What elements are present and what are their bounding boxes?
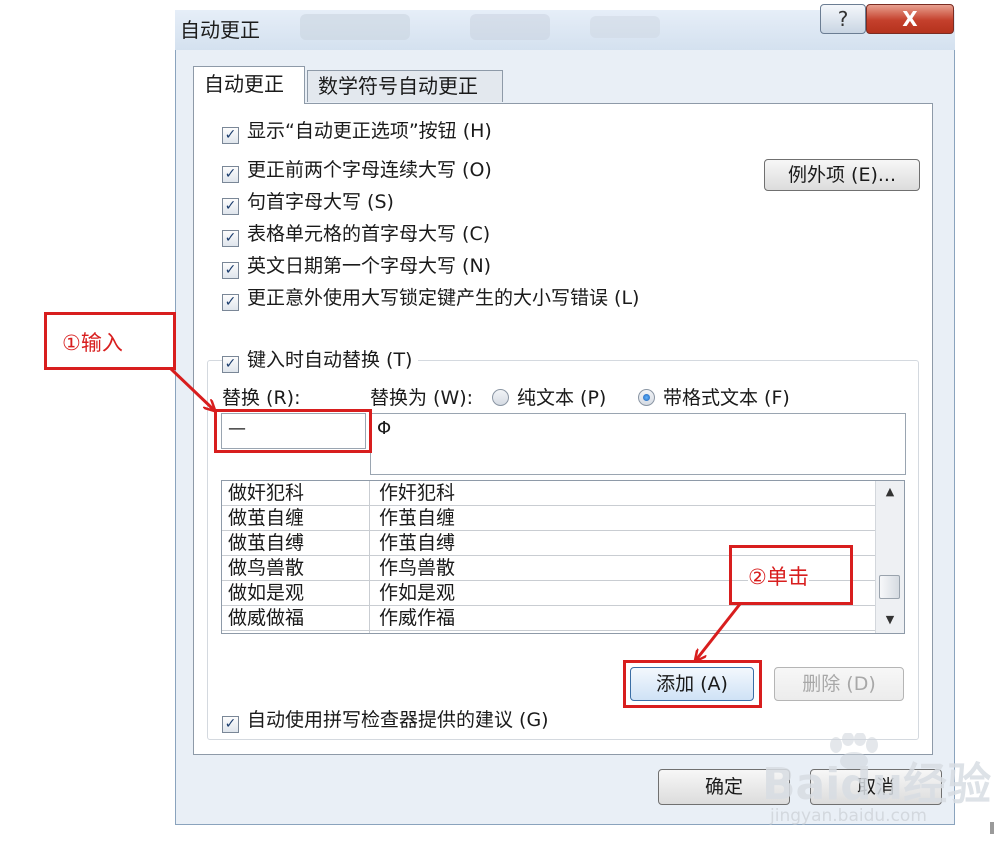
- annotation-step1: ①输入: [62, 327, 123, 357]
- list-item-to: 作威作福: [379, 607, 456, 629]
- radio-label: 带格式文本 (F): [663, 387, 790, 409]
- close-icon: X: [902, 7, 918, 31]
- watermark-url: jingyan.baidu.com: [770, 806, 927, 826]
- list-item[interactable]: 做茧自缠 作茧自缠: [222, 506, 876, 531]
- checkbox-label: 表格单元格的首字母大写 (C): [247, 223, 491, 245]
- checkbox-correct-caps-lock[interactable]: ✓ 更正意外使用大写锁定键产生的大小写错误 (L): [222, 285, 639, 311]
- checkbox-label: 更正意外使用大写锁定键产生的大小写错误 (L): [247, 287, 640, 309]
- checkbox-capitalize-day-names[interactable]: ✓ 英文日期第一个字母大写 (N): [222, 253, 491, 279]
- list-item-to: 作茧自缚: [379, 532, 456, 554]
- checkbox-checked-icon[interactable]: ✓: [222, 230, 239, 247]
- with-input[interactable]: Φ: [370, 413, 906, 475]
- checkbox-capitalize-table-cell[interactable]: ✓ 表格单元格的首字母大写 (C): [222, 221, 490, 247]
- title-blur: [590, 16, 660, 38]
- close-button[interactable]: X: [866, 4, 954, 34]
- help-button[interactable]: ?: [820, 4, 866, 34]
- list-item[interactable]: 做奸犯科 作奸犯科: [222, 481, 876, 506]
- checkbox-checked-icon[interactable]: ✓: [222, 198, 239, 215]
- checkbox-spelling-suggestions[interactable]: ✓ 自动使用拼写检查器提供的建议 (G): [222, 707, 549, 733]
- exceptions-button[interactable]: 例外项 (E)...: [764, 159, 920, 191]
- checkbox-checked-icon[interactable]: ✓: [222, 166, 239, 183]
- list-item-from: 做奸犯科: [228, 482, 305, 504]
- list-item-from: 做威做福: [228, 607, 305, 629]
- title-blur: [470, 14, 550, 40]
- checkbox-checked-icon[interactable]: ✓: [222, 294, 239, 311]
- checkbox-label: 英文日期第一个字母大写 (N): [247, 255, 492, 277]
- checkbox-label: 显示“自动更正选项”按钮 (H): [247, 120, 492, 142]
- radio-plain-text[interactable]: 纯文本 (P): [492, 383, 606, 410]
- checkbox-label: 自动使用拼写检查器提供的建议 (G): [247, 709, 549, 731]
- delete-button[interactable]: 删除 (D): [774, 667, 904, 701]
- annotation-step2: ②单击: [748, 561, 809, 591]
- tab-autocorrect[interactable]: 自动更正: [193, 66, 305, 104]
- checkbox-replace-as-you-type[interactable]: ✓ 键入时自动替换 (T): [222, 347, 419, 373]
- checkbox-checked-icon[interactable]: ✓: [222, 262, 239, 279]
- checkbox-label: 句首字母大写 (S): [247, 191, 394, 213]
- window-title: 自动更正: [180, 18, 260, 42]
- tab-math-autocorrect[interactable]: 数学符号自动更正: [307, 70, 503, 102]
- checkbox-capitalize-sentence[interactable]: ✓ 句首字母大写 (S): [222, 189, 394, 215]
- list-item[interactable]: 做威做福 作威作福: [222, 606, 876, 631]
- checkbox-label: 键入时自动替换 (T): [247, 349, 413, 371]
- list-item-from: 做茧自缠: [228, 507, 305, 529]
- checkbox-checked-icon[interactable]: ✓: [222, 356, 239, 373]
- scroll-down-icon[interactable]: ▼: [876, 609, 904, 631]
- list-item-from: 做如是观: [228, 582, 305, 604]
- checkbox-checked-icon[interactable]: ✓: [222, 127, 239, 144]
- list-item-to: 作鸟兽散: [379, 557, 456, 579]
- list-scrollbar[interactable]: ▲ ▼: [875, 481, 904, 633]
- help-icon: ?: [837, 7, 849, 31]
- list-item-to: 作茧自缠: [379, 507, 456, 529]
- list-item-from: 做茧自缚: [228, 532, 305, 554]
- scroll-thumb[interactable]: [879, 575, 900, 599]
- checkbox-show-options[interactable]: ✓ 显示“自动更正选项”按钮 (H): [222, 118, 492, 144]
- radio-formatted-text[interactable]: 带格式文本 (F): [638, 383, 790, 410]
- radio-unselected-icon[interactable]: [492, 389, 509, 406]
- list-item-to: 作奸犯科: [379, 482, 456, 504]
- checkbox-correct-two-initials[interactable]: ✓ 更正前两个字母连续大写 (O): [222, 157, 492, 183]
- checkbox-label: 更正前两个字母连续大写 (O): [247, 159, 492, 181]
- replace-label: 替换 (R):: [222, 387, 301, 409]
- checkbox-checked-icon[interactable]: ✓: [222, 716, 239, 733]
- corner-mark: [990, 822, 994, 834]
- list-item-to: 作如是观: [379, 582, 456, 604]
- annotation-box-replace: [214, 409, 372, 453]
- with-label: 替换为 (W):: [370, 387, 474, 409]
- list-item-from: 做鸟兽散: [228, 557, 305, 579]
- annotation-box-add: [623, 660, 762, 708]
- watermark-logo: Baidu经验: [762, 759, 992, 810]
- radio-selected-icon[interactable]: [638, 389, 655, 406]
- title-blur: [300, 14, 410, 40]
- scroll-up-icon[interactable]: ▲: [876, 481, 904, 503]
- radio-label: 纯文本 (P): [517, 387, 607, 409]
